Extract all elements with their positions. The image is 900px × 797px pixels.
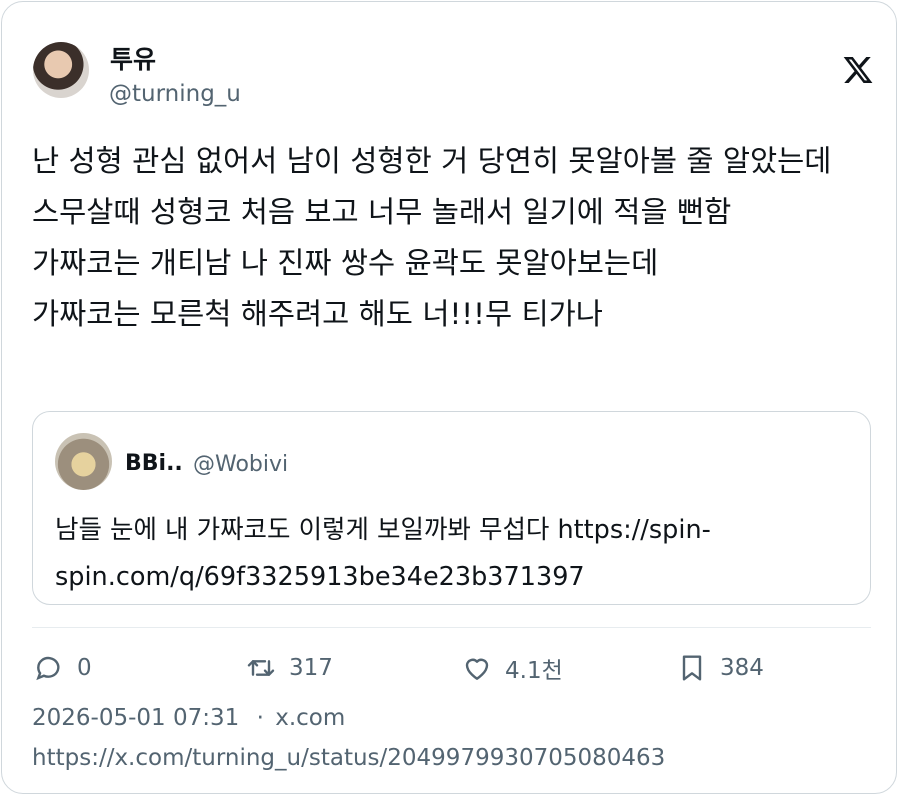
x-logo-icon[interactable] [842,54,874,86]
timestamp[interactable]: 2026-05-01 07:31 [32,705,239,731]
retweet-count: 317 [289,655,333,681]
tweet-card: 투유 @turning_u 난 성형 관심 없어서 남이 성형한 거 당연히 못… [1,1,897,794]
quoted-author-name[interactable]: BBi.. [125,451,183,476]
divider [32,627,871,628]
tweet-url[interactable]: https://x.com/turning_u/status/204997993… [32,745,665,771]
heart-icon [465,658,489,680]
source-label: x.com [275,705,346,731]
author-avatar[interactable] [33,42,89,98]
reply-button[interactable]: 0 [33,650,92,686]
bookmark-button[interactable]: 384 [676,650,764,686]
quoted-author-handle[interactable]: @Wobivi [193,452,288,477]
quoted-tweet-text: 남들 눈에 내 가짜코도 이렇게 보일까봐 무섭다 https://spin-s… [55,515,711,592]
reply-count: 0 [77,655,92,681]
like-count: 4.1천 [505,658,563,684]
bookmark-count: 384 [720,655,764,681]
quoted-tweet[interactable]: BBi.. @Wobivi 남들 눈에 내 가짜코도 이렇게 보일까봐 무섭다 … [32,411,871,605]
quoted-author-avatar[interactable] [55,433,112,490]
bookmark-icon [682,655,702,681]
speech-bubble-icon [36,656,60,681]
author-display-name[interactable]: 투유 [110,40,156,76]
retweet-icon [247,660,275,676]
retweet-button[interactable]: 317 [245,650,333,686]
tweet-text: 난 성형 관심 없어서 남이 성형한 거 당연히 못알아볼 줄 알았는데 스무살… [32,144,832,331]
author-handle[interactable]: @turning_u [109,81,241,107]
like-button[interactable]: 4.1천 [461,650,563,686]
meta-separator: · [256,705,264,731]
tweet-meta: 2026-05-01 07:31 · x.com [32,705,345,731]
